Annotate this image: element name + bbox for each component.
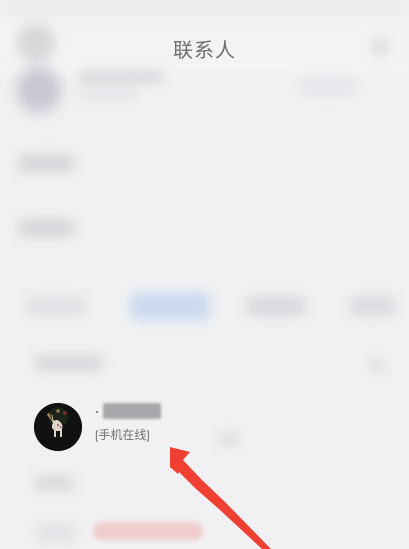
tab-placeholder-4 <box>350 296 396 316</box>
deer-icon <box>34 403 82 451</box>
tab-placeholder-2 <box>130 292 210 320</box>
group-header-placeholder <box>34 355 104 371</box>
bottom-item-placeholder <box>93 522 203 540</box>
section-placeholder-1 <box>18 154 74 172</box>
header-action-placeholder <box>300 76 356 96</box>
bottom-avatar-placeholder <box>36 523 76 543</box>
contact-avatar[interactable] <box>34 403 82 451</box>
contact-name-redaction <box>103 403 161 419</box>
lower-group-placeholder <box>34 475 74 491</box>
contact-name-dot <box>96 411 98 413</box>
tab-placeholder-3 <box>246 296 306 316</box>
group-chevron-placeholder <box>370 358 384 372</box>
row-extra-placeholder <box>218 432 240 446</box>
profile-avatar <box>16 67 62 113</box>
section-placeholder-2 <box>18 219 74 237</box>
profile-subtitle-placeholder <box>78 90 138 98</box>
page-title: 联系人 <box>173 40 236 62</box>
contact-row[interactable]: [手机在线] <box>34 403 174 453</box>
status-bar <box>0 0 409 18</box>
profile-name-placeholder <box>78 72 164 82</box>
contact-status: [手机在线] <box>95 428 150 442</box>
blurred-background <box>0 0 409 549</box>
tab-placeholder-1 <box>26 296 86 316</box>
